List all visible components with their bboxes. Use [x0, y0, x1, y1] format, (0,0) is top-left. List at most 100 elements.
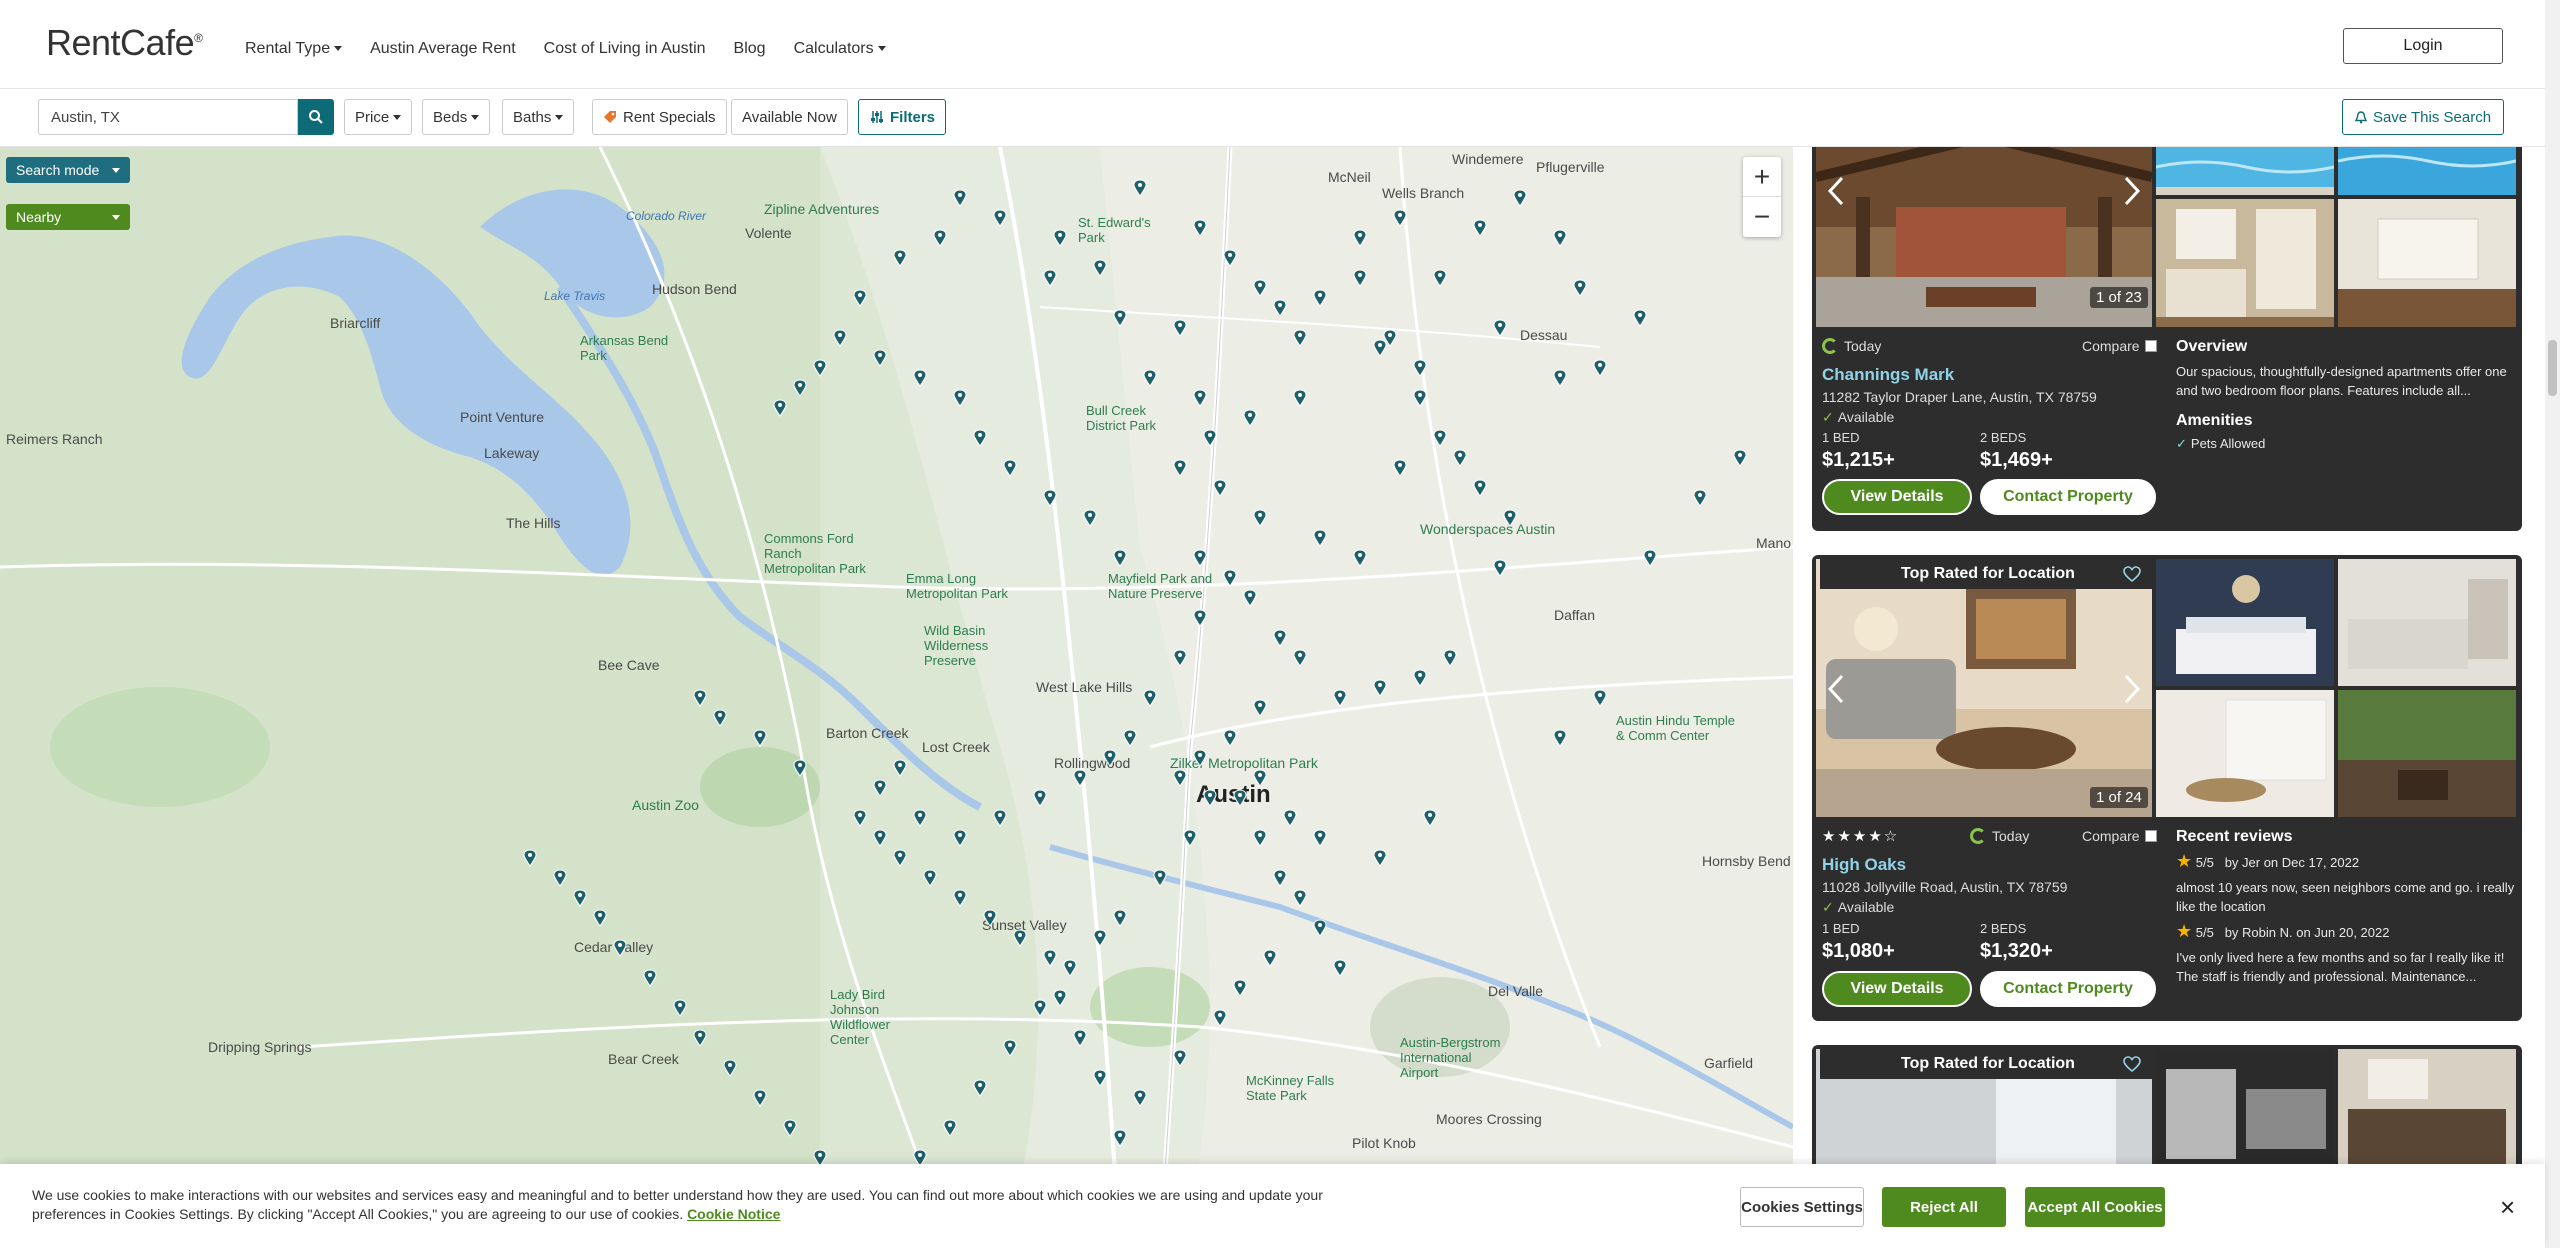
map-pin-icon[interactable] [523, 849, 537, 867]
map-pin-icon[interactable] [1413, 389, 1427, 407]
map-pin-icon[interactable] [873, 349, 887, 367]
map-pin-icon[interactable] [1373, 679, 1387, 697]
map-pin-icon[interactable] [1093, 1069, 1107, 1087]
map-pin-icon[interactable] [1473, 479, 1487, 497]
contact-property-button[interactable]: Contact Property [1980, 479, 2156, 515]
map-pin-icon[interactable] [1143, 369, 1157, 387]
listing-thumb-kitchen[interactable] [2156, 1049, 2334, 1176]
map-pin-icon[interactable] [1493, 319, 1507, 337]
map-pin-icon[interactable] [613, 939, 627, 957]
nav-cost-of-living[interactable]: Cost of Living in Austin [544, 40, 706, 58]
map-pin-icon[interactable] [1253, 279, 1267, 297]
favorite-button[interactable] [2119, 561, 2145, 587]
map-pin-icon[interactable] [1203, 789, 1217, 807]
listing-thumb-bedroom-2[interactable] [2338, 559, 2516, 686]
map-pin-icon[interactable] [1593, 689, 1607, 707]
map-pin-icon[interactable] [853, 289, 867, 307]
close-icon[interactable]: × [2500, 1192, 2515, 1223]
map-pin-icon[interactable] [1113, 309, 1127, 327]
map-pin-icon[interactable] [773, 399, 787, 417]
listing-thumb-bedroom[interactable] [2156, 559, 2334, 686]
map-pin-icon[interactable] [1503, 509, 1517, 527]
map-pin-icon[interactable] [1423, 809, 1437, 827]
map-pin-icon[interactable] [1293, 389, 1307, 407]
map-pin-icon[interactable] [873, 829, 887, 847]
map-pin-icon[interactable] [1113, 549, 1127, 567]
map-pin-icon[interactable] [1173, 319, 1187, 337]
map-pin-icon[interactable] [723, 1059, 737, 1077]
map-pin-icon[interactable] [1193, 749, 1207, 767]
map-pin-icon[interactable] [1393, 209, 1407, 227]
map-pin-icon[interactable] [1453, 449, 1467, 467]
map-pin-icon[interactable] [1293, 889, 1307, 907]
view-details-button[interactable]: View Details [1822, 479, 1972, 515]
map-pin-icon[interactable] [1243, 589, 1257, 607]
map-pin-icon[interactable] [1433, 429, 1447, 447]
next-photo-button[interactable] [2118, 171, 2146, 211]
map-pin-icon[interactable] [1123, 729, 1137, 747]
map-pin-icon[interactable] [1193, 389, 1207, 407]
map-pin-icon[interactable] [1233, 979, 1247, 997]
map-pin-icon[interactable] [1143, 689, 1157, 707]
map-pin-icon[interactable] [1273, 869, 1287, 887]
map-pin-icon[interactable] [1103, 749, 1117, 767]
map-pin-icon[interactable] [983, 909, 997, 927]
listing-thumb-room[interactable] [2338, 199, 2516, 327]
map-pin-icon[interactable] [1253, 769, 1267, 787]
map-pin-icon[interactable] [693, 689, 707, 707]
map-pin-icon[interactable] [1353, 549, 1367, 567]
available-now-filter[interactable]: Available Now [731, 99, 848, 135]
search-mode-dropdown[interactable]: Search mode [6, 157, 130, 183]
rentcafe-logo[interactable]: RentCafe® [46, 22, 203, 64]
map-pin-icon[interactable] [813, 359, 827, 377]
nearby-dropdown[interactable]: Nearby [6, 204, 130, 230]
map-pin-icon[interactable] [1013, 929, 1027, 947]
map-pin-icon[interactable] [1313, 529, 1327, 547]
map-pin-icon[interactable] [1433, 269, 1447, 287]
map-pin-icon[interactable] [1573, 279, 1587, 297]
map-pin-icon[interactable] [1223, 729, 1237, 747]
listing-card[interactable]: 1 of 23 Today Compare Channings Mark 112… [1812, 147, 2522, 531]
map-pin-icon[interactable] [923, 869, 937, 887]
map-pin-icon[interactable] [1033, 789, 1047, 807]
baths-filter[interactable]: Baths [502, 99, 575, 135]
filters-button[interactable]: Filters [858, 99, 947, 135]
map-pin-icon[interactable] [953, 189, 967, 207]
property-name[interactable]: High Oaks [1822, 855, 2162, 875]
map-pin-icon[interactable] [1193, 219, 1207, 237]
map-pin-icon[interactable] [1273, 299, 1287, 317]
map-pin-icon[interactable] [893, 759, 907, 777]
map-pin-icon[interactable] [1253, 829, 1267, 847]
map-pin-icon[interactable] [1093, 259, 1107, 277]
map-pin-icon[interactable] [1053, 229, 1067, 247]
map-pin-icon[interactable] [1413, 669, 1427, 687]
listing-thumb-pool[interactable] [2156, 147, 2334, 195]
map-pin-icon[interactable] [1293, 329, 1307, 347]
listing-card[interactable]: Top Rated for Location 1 of 24 ★★★★☆ Tod… [1812, 555, 2522, 1021]
compare-checkbox[interactable]: Compare [2082, 828, 2157, 844]
rent-specials-filter[interactable]: Rent Specials [592, 99, 727, 135]
map-pin-icon[interactable] [1553, 229, 1567, 247]
map-pin-icon[interactable] [1133, 179, 1147, 197]
search-button[interactable] [298, 99, 334, 135]
map-pin-icon[interactable] [1473, 219, 1487, 237]
map-pin-icon[interactable] [1643, 549, 1657, 567]
map-pin-icon[interactable] [1253, 699, 1267, 717]
map-pin-icon[interactable] [1173, 769, 1187, 787]
map-pin-icon[interactable] [693, 1029, 707, 1047]
map-pin-icon[interactable] [573, 889, 587, 907]
prev-photo-button[interactable] [1822, 171, 1850, 211]
listing-thumb-kitchen[interactable] [2156, 199, 2334, 327]
cookie-notice-link[interactable]: Cookie Notice [687, 1206, 780, 1222]
listing-thumb-dining[interactable] [2156, 690, 2334, 817]
map-pin-icon[interactable] [1273, 629, 1287, 647]
map-pin-icon[interactable] [1193, 609, 1207, 627]
prev-photo-button[interactable] [1822, 669, 1850, 709]
map-pin-icon[interactable] [1593, 359, 1607, 377]
map-pin-icon[interactable] [913, 369, 927, 387]
map-pin-icon[interactable] [1213, 479, 1227, 497]
beds-filter[interactable]: Beds [422, 99, 491, 135]
map-pin-icon[interactable] [973, 429, 987, 447]
map-pin-icon[interactable] [1493, 559, 1507, 577]
nav-average-rent[interactable]: Austin Average Rent [370, 40, 516, 58]
